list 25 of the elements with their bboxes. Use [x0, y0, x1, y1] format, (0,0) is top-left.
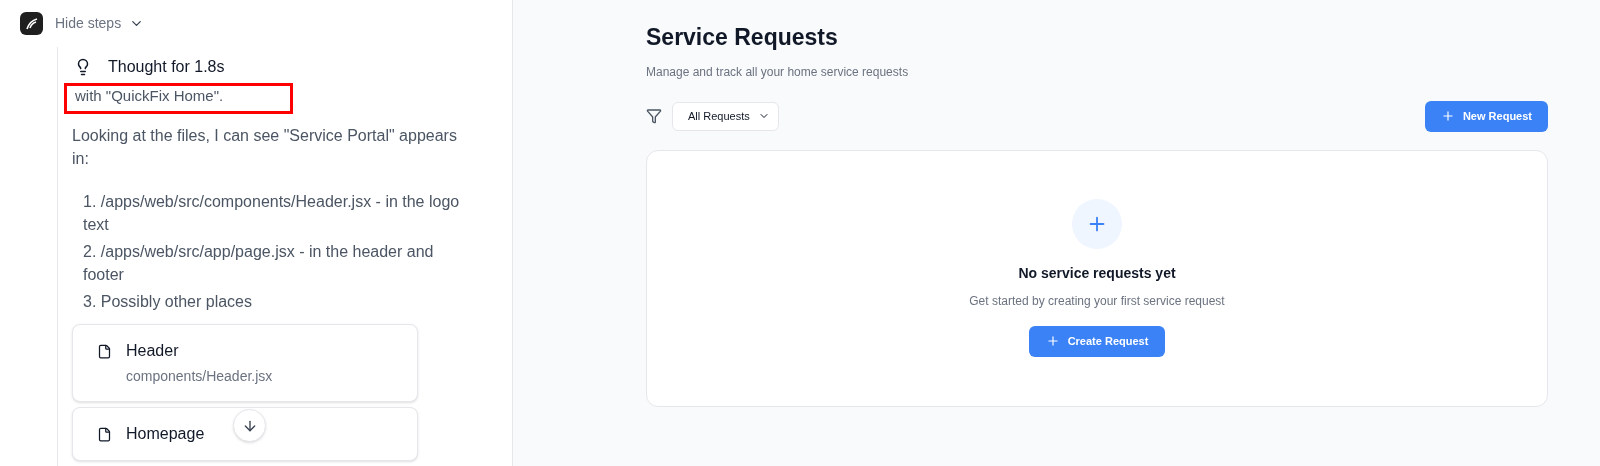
empty-state-title: No service requests yet: [1018, 263, 1176, 283]
file-icon: [97, 427, 112, 442]
list-item: 1. /apps/web/src/components/Header.jsx - in the logo text: [83, 192, 461, 235]
plus-icon: [1440, 109, 1455, 123]
list-item: 2. /apps/web/src/app/page.jsx - in the header and footer: [83, 242, 435, 285]
file-card[interactable]: Header components/Header.jsx: [72, 324, 418, 402]
file-card[interactable]: Homepage: [72, 407, 418, 461]
plus-icon: [1045, 334, 1060, 348]
file-title: Header: [126, 341, 180, 361]
thought-label: Thought for 1.8s: [108, 57, 225, 77]
empty-state-description: Get started by creating your first service request: [969, 292, 1225, 310]
page-title: Service Requests: [646, 23, 839, 52]
file-title: Homepage: [126, 424, 205, 444]
filter-select[interactable]: All Requests: [672, 101, 779, 131]
hide-steps-toggle[interactable]: Hide steps: [55, 13, 145, 34]
new-request-button[interactable]: New Request: [1424, 100, 1548, 132]
file-path: components/Header.jsx: [126, 367, 273, 386]
filter-icon: [646, 108, 662, 124]
list-item: 3. Possibly other places: [83, 292, 253, 312]
page-subtitle: Manage and track all your home service requests: [646, 63, 910, 81]
create-request-button[interactable]: Create Request: [1028, 325, 1166, 357]
app-logo-icon: [20, 12, 43, 35]
response-paragraph: Looking at the files, I can see "Service Portal" appears in:: [72, 126, 458, 169]
file-icon: [97, 344, 112, 359]
highlighted-text: with "QuickFix Home".: [75, 86, 225, 106]
